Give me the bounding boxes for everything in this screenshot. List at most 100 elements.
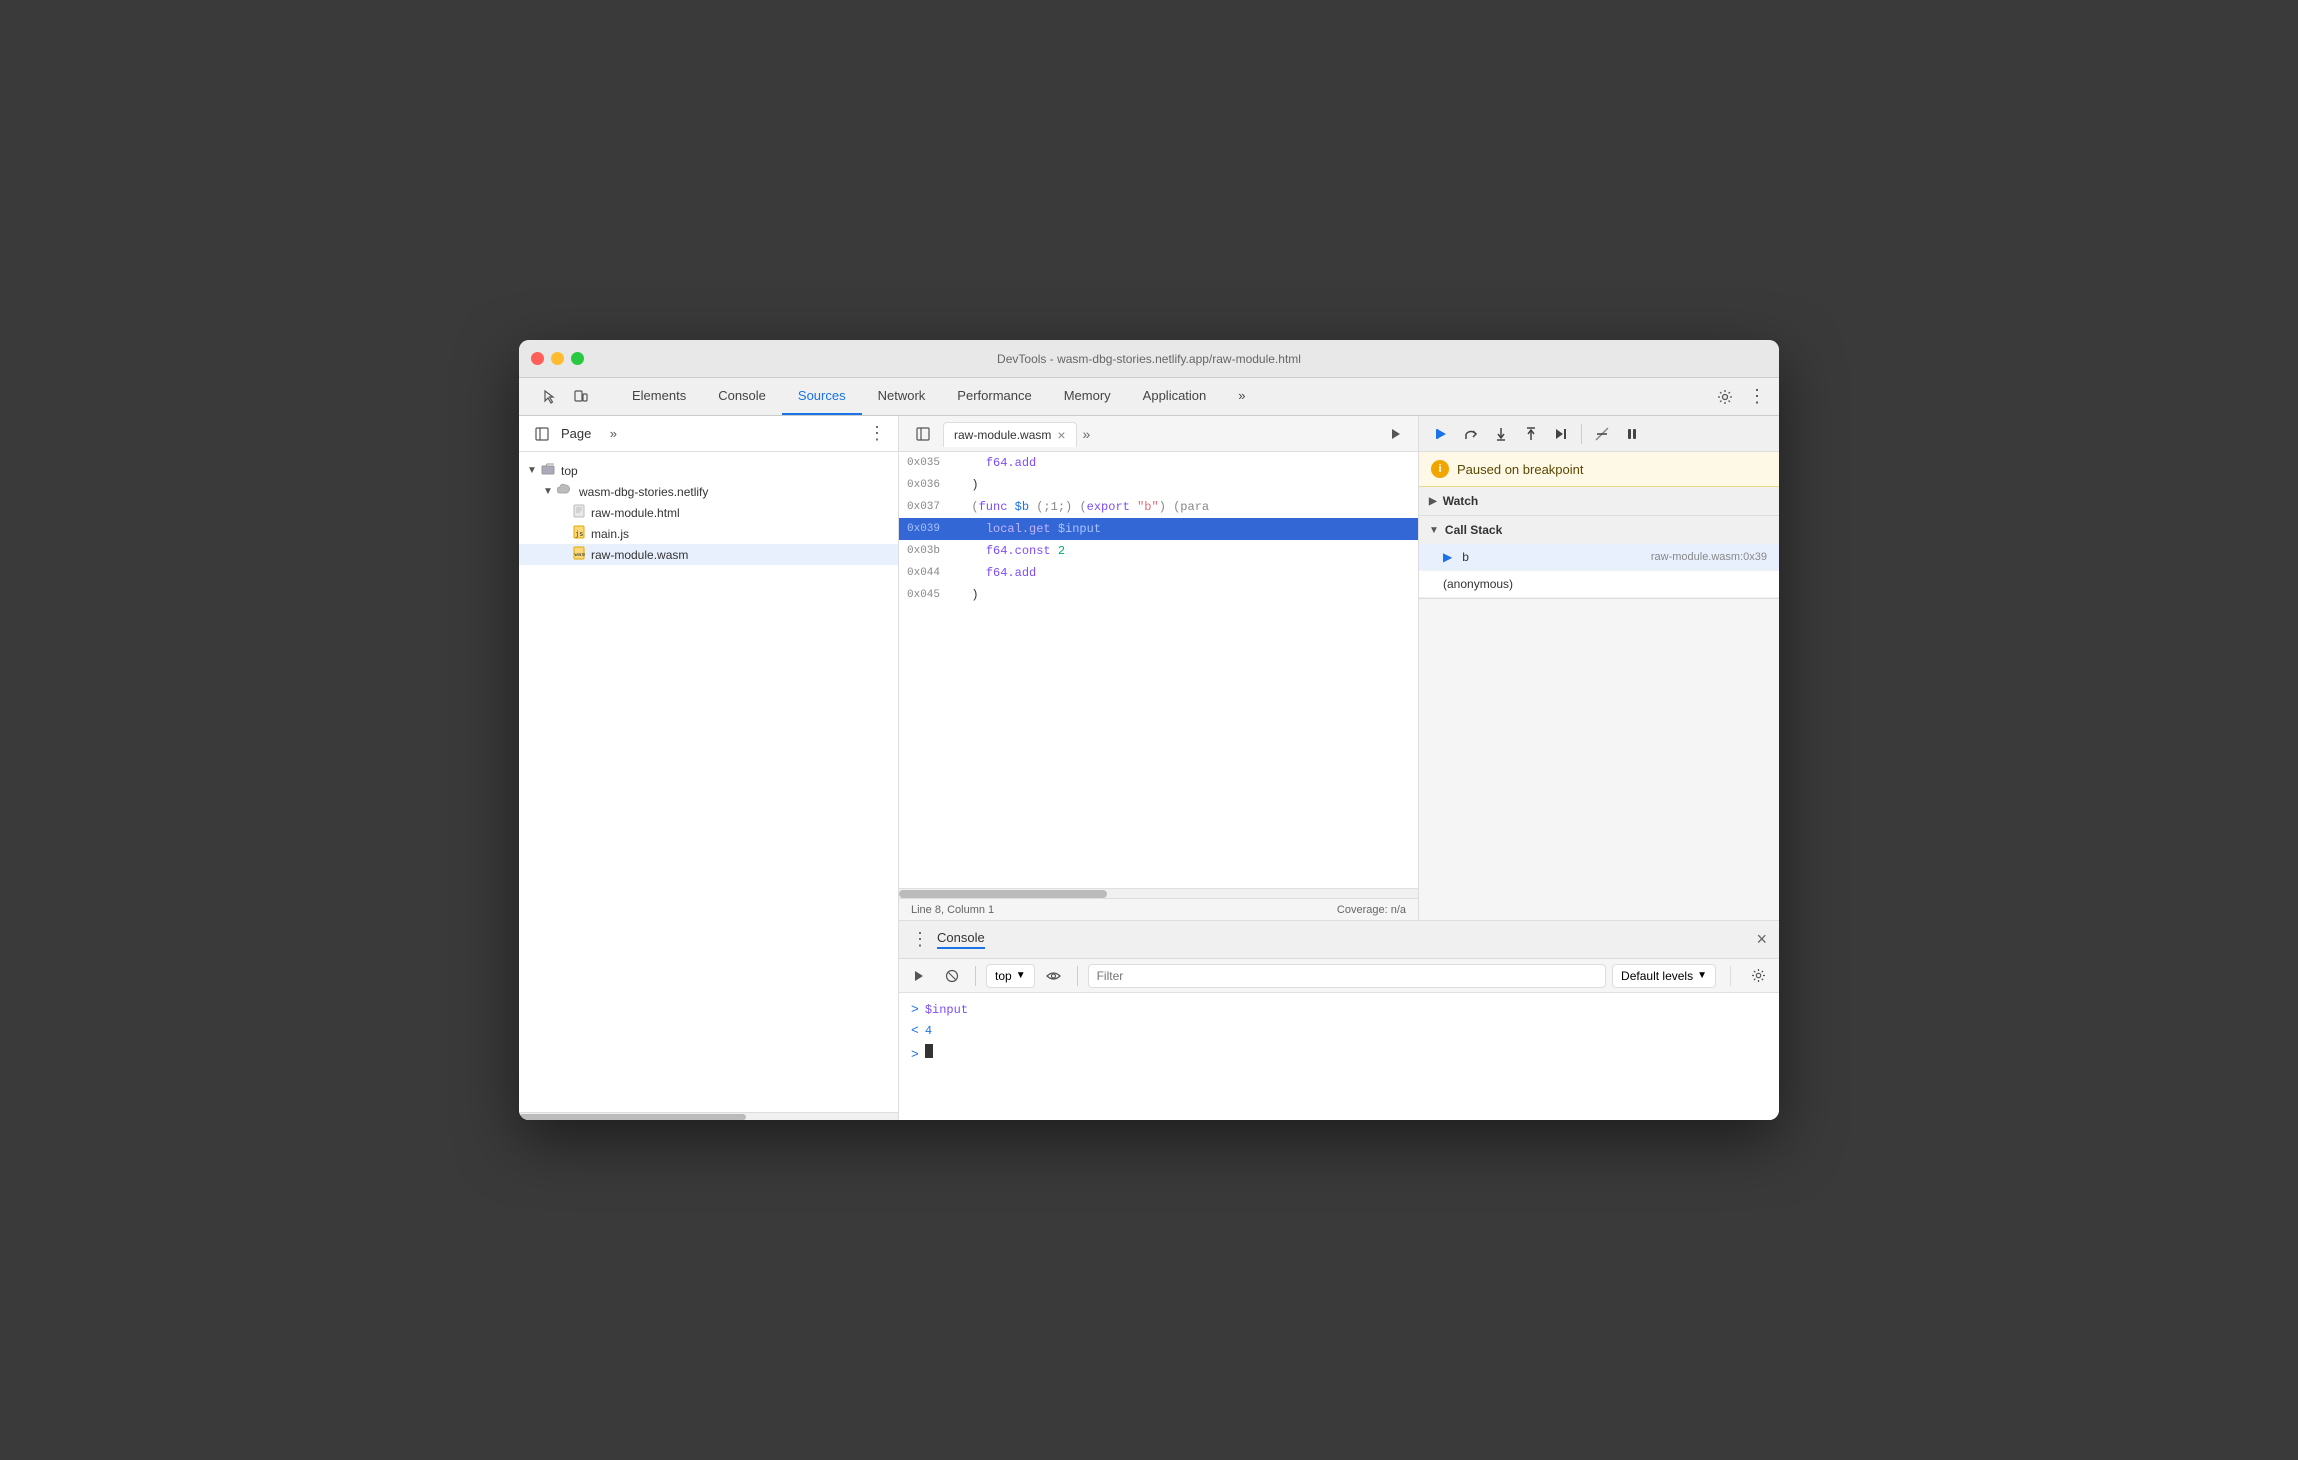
code-editor[interactable]: 0x035 f64.add 0x036 ) 0x037 (func $b (;1… xyxy=(899,452,1418,888)
step-over-icon xyxy=(1463,426,1479,442)
console-right-divider xyxy=(1730,966,1731,986)
callstack-active-arrow: ▶ xyxy=(1443,550,1452,564)
sources-sidebar: Page » ⋮ ▼ top ▼ xyxy=(519,416,899,1120)
tab-network[interactable]: Network xyxy=(862,378,942,415)
resume-button[interactable] xyxy=(1427,420,1455,448)
editor-more-tabs[interactable]: » xyxy=(1077,426,1097,442)
close-button[interactable] xyxy=(531,352,544,365)
tree-item-js[interactable]: ▶ js main.js xyxy=(519,523,898,544)
code-hscroll-thumb xyxy=(899,890,1107,898)
file-tree: ▼ top ▼ wasm-dbg-stories.netlify xyxy=(519,452,898,1112)
callstack-item-0[interactable]: ▶ b raw-module.wasm:0x39 xyxy=(1419,544,1779,571)
settings-button[interactable] xyxy=(1711,383,1739,411)
console-cursor xyxy=(925,1044,933,1058)
toggle-sidebar-button[interactable] xyxy=(531,423,553,445)
more-options-button[interactable]: ⋮ xyxy=(1743,383,1771,411)
titlebar: DevTools - wasm-dbg-stories.netlify.app/… xyxy=(519,340,1779,378)
console-line-2: > xyxy=(911,1041,1767,1065)
console-body[interactable]: > $input < 4 > xyxy=(899,993,1779,1120)
watch-section: ▶ Watch xyxy=(1419,487,1779,516)
folder-icon xyxy=(541,462,555,479)
tab-performance[interactable]: Performance xyxy=(941,378,1047,415)
watch-section-header[interactable]: ▶ Watch xyxy=(1419,487,1779,515)
watch-arrow: ▶ xyxy=(1429,496,1437,507)
step-icon xyxy=(1553,426,1569,442)
minimize-button[interactable] xyxy=(551,352,564,365)
tab-memory[interactable]: Memory xyxy=(1048,378,1127,415)
callstack-arrow: ▼ xyxy=(1429,525,1439,536)
tab-sources[interactable]: Sources xyxy=(782,378,862,415)
tab-more[interactable]: » xyxy=(1222,378,1261,415)
callstack-item-1[interactable]: (anonymous) xyxy=(1419,571,1779,598)
callstack-func-1: (anonymous) xyxy=(1443,577,1513,591)
console-levels-selector[interactable]: Default levels ▼ xyxy=(1612,964,1716,988)
debugger-toolbar xyxy=(1419,416,1779,452)
device-toolbar-button[interactable] xyxy=(567,383,595,411)
console-prompt-1: < xyxy=(911,1023,919,1038)
console-context-selector[interactable]: top ▼ xyxy=(986,964,1035,988)
code-horizontal-scrollbar[interactable] xyxy=(899,888,1418,898)
editor-debugger-row: raw-module.wasm × » 0x035 xyxy=(899,416,1779,920)
wasm-file-icon: wasm xyxy=(573,546,585,563)
tree-label-domain: wasm-dbg-stories.netlify xyxy=(579,485,708,499)
sidebar-scrollbar[interactable] xyxy=(519,1112,898,1120)
tab-application[interactable]: Application xyxy=(1127,378,1223,415)
sidebar-kebab[interactable]: ⋮ xyxy=(868,423,886,444)
step-out-button[interactable] xyxy=(1517,420,1545,448)
svg-text:js: js xyxy=(575,530,583,538)
console-execute-button[interactable] xyxy=(907,963,933,989)
panel-icon xyxy=(535,427,549,441)
tree-item-top[interactable]: ▼ top xyxy=(519,460,898,481)
editor-tab-label: raw-module.wasm xyxy=(954,428,1051,442)
inspect-element-button[interactable] xyxy=(535,383,563,411)
pause-exceptions-icon xyxy=(1624,426,1640,442)
console-context-value: top xyxy=(995,969,1012,983)
callstack-section-header[interactable]: ▼ Call Stack xyxy=(1419,516,1779,544)
maximize-button[interactable] xyxy=(571,352,584,365)
cursor-icon xyxy=(541,389,557,405)
console-toolbar-divider xyxy=(975,966,976,986)
tree-item-html[interactable]: ▶ raw-module.html xyxy=(519,502,898,523)
navigator-icon xyxy=(916,427,930,441)
console-output-1: 4 xyxy=(925,1024,932,1038)
console-close-button[interactable]: × xyxy=(1756,929,1767,950)
console-prompt-0: > xyxy=(911,1002,919,1017)
close-tab-button[interactable]: × xyxy=(1057,427,1065,443)
console-toolbar-divider-2 xyxy=(1077,966,1078,986)
console-drag-handle[interactable]: ⋮ xyxy=(911,929,929,950)
step-button[interactable] xyxy=(1547,420,1575,448)
coverage-status: Coverage: n/a xyxy=(1337,904,1406,916)
console-eye-button[interactable] xyxy=(1041,963,1067,989)
console-tab-label[interactable]: Console xyxy=(937,930,985,949)
run-snippet-button[interactable] xyxy=(1382,420,1410,448)
eye-icon xyxy=(1046,970,1061,982)
sidebar-header: Page » ⋮ xyxy=(519,416,898,452)
tab-console[interactable]: Console xyxy=(702,378,782,415)
main-tabs-bar: Elements Console Sources Network Perform… xyxy=(519,378,1779,416)
debugger-divider xyxy=(1581,424,1582,444)
editor-statusbar: Line 8, Column 1 Coverage: n/a xyxy=(899,898,1418,920)
tree-item-wasm[interactable]: ▶ wasm raw-module.wasm xyxy=(519,544,898,565)
tabs-spacer xyxy=(1262,378,1690,415)
sidebar-more-button[interactable]: » xyxy=(599,420,627,448)
deactivate-breakpoints-button[interactable] xyxy=(1588,420,1616,448)
editor-tab-left-controls xyxy=(903,420,943,448)
pause-exceptions-button[interactable] xyxy=(1618,420,1646,448)
console-filter-input[interactable] xyxy=(1088,964,1606,988)
svg-text:wasm: wasm xyxy=(575,552,586,558)
toggle-navigator-button[interactable] xyxy=(909,420,937,448)
call-stack-list: ▶ b raw-module.wasm:0x39 (anonymous) xyxy=(1419,544,1779,598)
code-line-2: 0x037 (func $b (;1;) (export "b") (para xyxy=(899,496,1418,518)
console-output-0: $input xyxy=(925,1003,968,1017)
clear-console-button[interactable] xyxy=(939,963,965,989)
tab-elements[interactable]: Elements xyxy=(616,378,702,415)
cloud-icon xyxy=(557,483,573,500)
console-settings-button[interactable] xyxy=(1745,963,1771,989)
step-over-button[interactable] xyxy=(1457,420,1485,448)
tree-label-html: raw-module.html xyxy=(591,506,680,520)
editor-file-tab[interactable]: raw-module.wasm × xyxy=(943,422,1077,447)
code-line-1: 0x036 ) xyxy=(899,474,1418,496)
step-into-button[interactable] xyxy=(1487,420,1515,448)
tree-item-domain[interactable]: ▼ wasm-dbg-stories.netlify xyxy=(519,481,898,502)
callstack-section: ▼ Call Stack ▶ b raw-module.wasm:0x39 xyxy=(1419,516,1779,599)
